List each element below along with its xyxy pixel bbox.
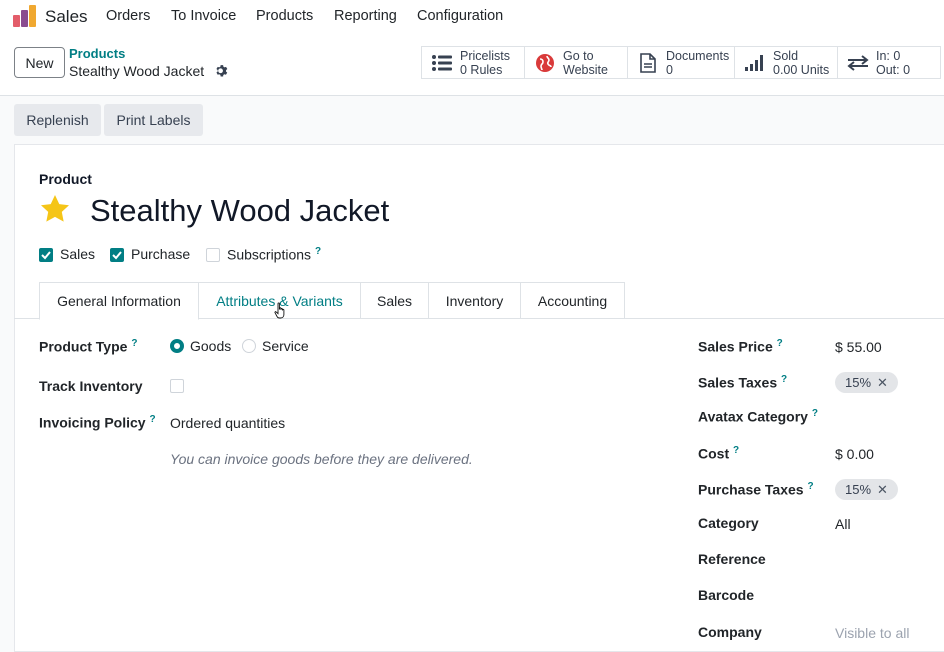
help-tooltip-icon[interactable]: ? [315,246,321,257]
invoicing-policy-label-text: Invoicing Policy [39,414,146,431]
product-type-label-text: Product Type [39,338,128,355]
tab-general-information[interactable]: General Information [39,282,199,320]
smart-button-title: In: 0 [876,48,901,63]
favorite-star-icon[interactable] [38,193,72,225]
avatax-category-label: Avatax Category ? [698,408,818,425]
tag-remove-icon[interactable]: ✕ [877,375,888,391]
cost-label: Cost ? [698,445,739,462]
tab-sales[interactable]: Sales [361,282,429,319]
print-labels-button[interactable]: Print Labels [104,104,203,136]
product-name-title[interactable]: Stealthy Wood Jacket [90,193,389,229]
in-out-smart-button[interactable]: In: 0 Out: 0 [837,46,941,79]
menu-to-invoice[interactable]: To Invoice [171,8,236,24]
app-name[interactable]: Sales [45,7,88,27]
control-panel: New Products Stealthy Wood Jacket Pricel… [0,33,944,96]
smart-button-value: Out: 0 [876,62,911,77]
goods-radio[interactable] [170,339,184,353]
transfer-arrows-icon [847,52,869,74]
go-to-website-smart-button[interactable]: Go to Website [524,46,628,79]
purchase-taxes-label-text: Purchase Taxes [698,481,804,498]
tag-label: 15% [845,482,872,497]
purchase-taxes-label: Purchase Taxes ? [698,481,814,498]
menu-products[interactable]: Products [256,8,313,24]
invoicing-policy-hint: You can invoice goods before they are de… [170,451,473,467]
smart-buttons: Pricelists 0 Rules Go to Website Documents… [421,46,941,79]
subscriptions-checkbox[interactable] [206,248,220,262]
new-button[interactable]: New [14,47,65,78]
sold-smart-button[interactable]: Sold 0.00 Units [734,46,838,79]
tag-label: 15% [845,375,872,390]
hand-pointer-cursor-icon [274,302,285,319]
sales-app-icon[interactable] [13,5,37,27]
pricelists-smart-button[interactable]: Pricelists 0 Rules [421,46,525,79]
globe-icon [534,52,556,74]
invoicing-policy-label: Invoicing Policy ? [39,414,156,431]
smart-button-title: Sold [773,48,799,63]
sales-price-field[interactable]: $ 55.00 [835,339,882,355]
subscriptions-checkbox-label[interactable]: Subscriptions ? [227,246,321,263]
help-tooltip-icon[interactable]: ? [781,374,787,385]
company-field[interactable]: Visible to all [835,625,909,641]
cost-label-text: Cost [698,445,730,462]
cost-field[interactable]: $ 0.00 [835,446,874,462]
tab-accounting[interactable]: Accounting [521,282,625,319]
help-tooltip-icon[interactable]: ? [733,445,739,456]
purchase-tax-tag[interactable]: 15% ✕ [835,479,898,500]
product-type-label: Product Type ? [39,338,137,355]
sales-taxes-label: Sales Taxes ? [698,374,787,391]
tab-inventory[interactable]: Inventory [429,282,521,319]
help-tooltip-icon[interactable]: ? [149,414,155,425]
smart-button-value: 0 Rules [460,62,503,77]
avatax-category-label-text: Avatax Category [698,408,808,425]
track-inventory-label: Track Inventory [39,378,143,394]
menu-orders[interactable]: Orders [106,8,150,24]
goods-radio-label[interactable]: Goods [190,338,231,354]
top-navbar: Sales Orders To Invoice Products Reporti… [0,0,944,33]
smart-button-value: 0.00 Units [773,62,830,77]
breadcrumb-current: Stealthy Wood Jacket [69,63,205,79]
breadcrumb-products[interactable]: Products [69,46,125,61]
document-icon [637,52,659,74]
service-radio[interactable] [242,339,256,353]
product-label: Product [39,171,92,187]
subscriptions-label-text: Subscriptions [227,246,312,263]
gear-icon[interactable] [215,64,229,78]
help-tooltip-icon[interactable]: ? [131,338,137,349]
sales-price-label: Sales Price ? [698,338,783,355]
service-radio-label[interactable]: Service [262,338,309,354]
smart-button-title: Go to [563,48,594,63]
track-inventory-checkbox[interactable] [170,379,184,393]
menu-reporting[interactable]: Reporting [334,8,397,24]
reference-label: Reference [698,551,766,567]
replenish-button[interactable]: Replenish [14,104,101,136]
help-tooltip-icon[interactable]: ? [812,408,818,419]
invoicing-policy-select[interactable]: Ordered quantities [170,415,285,431]
smart-button-value: 0 [666,62,673,77]
smart-button-value: Website [563,62,608,77]
signal-bars-icon [744,52,766,74]
action-bar: Replenish Print Labels [0,96,944,144]
sales-checkbox[interactable] [39,248,53,262]
company-label: Company [698,624,762,640]
sales-taxes-label-text: Sales Taxes [698,374,778,391]
help-tooltip-icon[interactable]: ? [777,338,783,349]
sales-checkbox-label[interactable]: Sales [60,246,95,262]
documents-smart-button[interactable]: Documents 0 [627,46,735,79]
sales-price-label-text: Sales Price [698,338,773,355]
tag-remove-icon[interactable]: ✕ [877,482,888,498]
sales-tax-tag[interactable]: 15% ✕ [835,372,898,393]
barcode-label: Barcode [698,587,755,603]
smart-button-title: Documents [666,48,730,63]
category-label: Category [698,515,759,531]
list-icon [431,52,453,74]
purchase-checkbox-label[interactable]: Purchase [131,246,190,262]
smart-button-title: Pricelists [460,48,511,63]
purchase-checkbox[interactable] [110,248,124,262]
category-field[interactable]: All [835,516,851,532]
help-tooltip-icon[interactable]: ? [807,481,813,492]
menu-configuration[interactable]: Configuration [417,8,503,24]
